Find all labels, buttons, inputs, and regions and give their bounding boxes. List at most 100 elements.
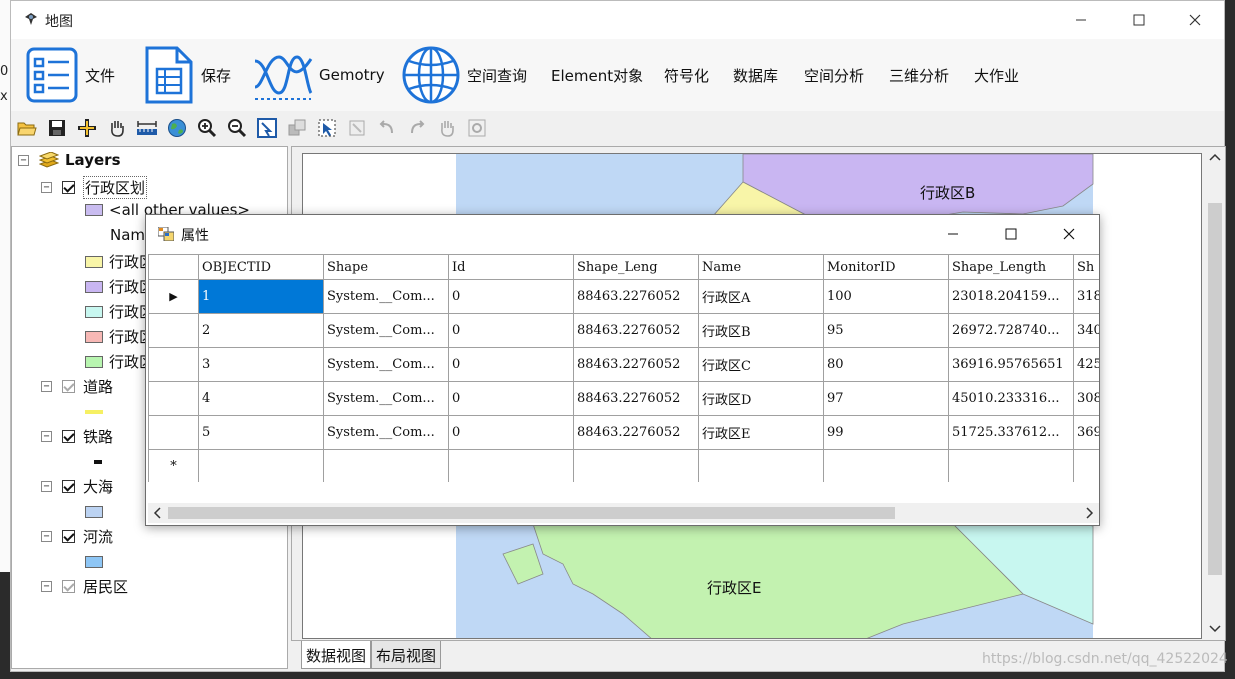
ribbon-geometry[interactable]: Gemotry	[253, 39, 385, 111]
layer-visibility-checkbox[interactable]	[62, 380, 75, 393]
table-row[interactable]: 2 System.__Com... 0 88463.2276052 行政区B 9…	[148, 313, 1099, 348]
row-header[interactable]	[148, 415, 199, 450]
layer-visibility-checkbox[interactable]	[62, 580, 75, 593]
scroll-thumb[interactable]	[168, 507, 895, 519]
table-cell[interactable]: 4	[198, 381, 324, 416]
dialog-maximize-button[interactable]	[982, 215, 1040, 253]
table-cell[interactable]: 行政区D	[698, 381, 824, 416]
column-header[interactable]: Name	[698, 254, 824, 280]
scroll-up-icon[interactable]	[1205, 147, 1225, 167]
scroll-left-icon[interactable]	[150, 503, 166, 523]
table-cell[interactable]: 88463.2276052	[573, 415, 699, 450]
dialog-minimize-button[interactable]	[924, 215, 982, 253]
ribbon-3d-analysis[interactable]: 三维分析	[889, 39, 949, 111]
table-cell[interactable]: 88463.2276052	[573, 347, 699, 382]
ribbon-big-assignment[interactable]: 大作业	[974, 39, 1019, 111]
add-data-button[interactable]	[75, 117, 99, 139]
toc-root[interactable]: − Layers	[18, 151, 121, 169]
scroll-thumb[interactable]	[1208, 203, 1222, 575]
table-cell[interactable]: 0	[448, 313, 574, 348]
table-cell[interactable]	[573, 449, 699, 482]
ribbon-spatial-analysis[interactable]: 空间分析	[804, 39, 864, 111]
table-cell[interactable]: 0	[448, 381, 574, 416]
table-cell[interactable]: 36916.95765651	[948, 347, 1074, 382]
table-cell[interactable]: 369	[1073, 415, 1099, 450]
dialog-close-button[interactable]	[1040, 215, 1098, 253]
maximize-button[interactable]	[1110, 1, 1168, 39]
collapse-icon[interactable]: −	[41, 431, 52, 442]
table-cell[interactable]: 1	[198, 279, 324, 314]
dialog-title-bar[interactable]: 属性	[146, 215, 1099, 253]
table-cell[interactable]: 23018.204159...	[948, 279, 1074, 314]
ribbon-database[interactable]: 数据库	[733, 39, 778, 111]
toc-layer-railway[interactable]: − 铁路	[41, 426, 113, 447]
ribbon-file[interactable]: 文件	[25, 39, 115, 111]
table-cell[interactable]: 340	[1073, 313, 1099, 348]
table-cell[interactable]: System.__Com...	[323, 347, 449, 382]
toc-layer-sea[interactable]: − 大海	[41, 476, 113, 497]
table-cell[interactable]: 3	[198, 347, 324, 382]
table-cell[interactable]: 0	[448, 415, 574, 450]
row-header[interactable]	[148, 381, 199, 416]
collapse-icon[interactable]: −	[41, 531, 52, 542]
pan-hand-button[interactable]	[105, 117, 129, 139]
column-header[interactable]: OBJECTID	[198, 254, 324, 280]
table-cell[interactable]: 95	[823, 313, 949, 348]
collapse-icon[interactable]: −	[41, 581, 52, 592]
table-cell[interactable]: 行政区A	[698, 279, 824, 314]
table-cell[interactable]	[448, 449, 574, 482]
table-cell[interactable]: System.__Com...	[323, 313, 449, 348]
table-cell[interactable]: 97	[823, 381, 949, 416]
table-cell[interactable]: 行政区C	[698, 347, 824, 382]
collapse-icon[interactable]: −	[41, 381, 52, 392]
new-row[interactable]: *	[148, 449, 1099, 482]
table-horizontal-scrollbar[interactable]	[148, 503, 1099, 523]
table-cell[interactable]: 行政区E	[698, 415, 824, 450]
toc-layer-river[interactable]: − 河流	[41, 526, 113, 547]
table-cell[interactable]: 88463.2276052	[573, 381, 699, 416]
save-button[interactable]	[45, 117, 69, 139]
table-cell[interactable]: 26972.728740...	[948, 313, 1074, 348]
ribbon-element-object[interactable]: Element对象	[551, 39, 643, 111]
tab-data-view[interactable]: 数据视图	[301, 641, 372, 669]
table-cell[interactable]: 100	[823, 279, 949, 314]
table-cell[interactable]	[823, 449, 949, 482]
column-header[interactable]: Sh	[1073, 254, 1099, 280]
table-cell[interactable]	[198, 449, 324, 482]
full-extent-button[interactable]	[165, 117, 189, 139]
table-cell[interactable]: System.__Com...	[323, 381, 449, 416]
table-cell[interactable]: 5	[198, 415, 324, 450]
toc-layer-road[interactable]: − 道路	[41, 376, 113, 397]
ribbon-save[interactable]: 保存	[143, 39, 231, 111]
table-cell[interactable]: 51725.337612...	[948, 415, 1074, 450]
row-header[interactable]	[148, 313, 199, 348]
table-cell[interactable]: 行政区B	[698, 313, 824, 348]
table-cell[interactable]: 2	[198, 313, 324, 348]
toc-layer-admin[interactable]: − 行政区划	[41, 176, 148, 199]
scroll-right-icon[interactable]	[1081, 503, 1097, 523]
table-cell[interactable]: 80	[823, 347, 949, 382]
layer-visibility-checkbox[interactable]	[62, 181, 75, 194]
table-cell[interactable]: 88463.2276052	[573, 279, 699, 314]
row-header[interactable]	[148, 347, 199, 382]
open-folder-button[interactable]	[15, 117, 39, 139]
zoom-out-button[interactable]	[225, 117, 249, 139]
close-button[interactable]	[1166, 1, 1224, 39]
layer-visibility-checkbox[interactable]	[62, 430, 75, 443]
layer-visibility-checkbox[interactable]	[62, 480, 75, 493]
table-cell[interactable]: 425	[1073, 347, 1099, 382]
title-bar[interactable]: 地图	[11, 1, 1224, 39]
column-header[interactable]: Id	[448, 254, 574, 280]
identify-button[interactable]	[255, 117, 279, 139]
new-row-marker[interactable]: *	[148, 449, 199, 482]
map-vertical-scrollbar[interactable]	[1205, 147, 1225, 640]
table-cell[interactable]: 308	[1073, 381, 1099, 416]
zoom-in-button[interactable]	[195, 117, 219, 139]
table-row[interactable]: 4 System.__Com... 0 88463.2276052 行政区D 9…	[148, 381, 1099, 416]
table-cell[interactable]	[948, 449, 1074, 482]
table-cell[interactable]: 0	[448, 347, 574, 382]
table-cell[interactable]: 99	[823, 415, 949, 450]
toc-layer-residential[interactable]: − 居民区	[41, 576, 128, 597]
ribbon-spatial-query[interactable]: 空间查询	[401, 39, 527, 111]
collapse-icon[interactable]: −	[41, 481, 52, 492]
